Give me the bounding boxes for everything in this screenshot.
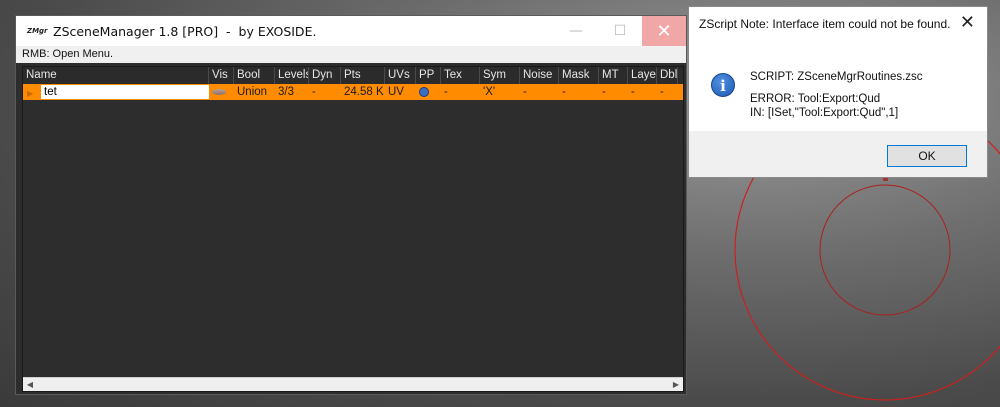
col-header-dyn[interactable]: Dyn	[309, 67, 341, 84]
name-input[interactable]: tet	[41, 85, 209, 99]
col-header-layer[interactable]: Layer	[628, 67, 657, 84]
col-header-tex[interactable]: Tex	[441, 67, 480, 84]
app-logo: ZMgr	[27, 27, 48, 35]
col-header-dbl[interactable]: Dbl	[657, 67, 678, 84]
cell-pts[interactable]: 24.58 K	[341, 84, 385, 100]
grid-header: Name Vis Bool Levels Dyn Pts UVs PP Tex …	[23, 67, 683, 84]
maximize-button[interactable]: ☐	[598, 16, 642, 46]
col-header-bool[interactable]: Bool	[234, 67, 275, 84]
cell-mask[interactable]: -	[559, 84, 599, 100]
col-header-noise[interactable]: Noise	[520, 67, 559, 84]
col-header-uvs[interactable]: UVs	[385, 67, 416, 84]
cell-layer[interactable]: -	[628, 84, 657, 100]
cell-dyn[interactable]: -	[309, 84, 341, 100]
cell-pp[interactable]	[416, 84, 441, 100]
cell-levels[interactable]: 3/3	[275, 84, 309, 100]
scroll-right-button[interactable]: ▶	[669, 378, 683, 391]
col-header-sym[interactable]: Sym	[480, 67, 520, 84]
ok-button[interactable]: OK	[887, 145, 967, 167]
col-header-mt[interactable]: MT	[599, 67, 628, 84]
cell-uvs[interactable]: UV	[385, 84, 416, 100]
info-icon: i	[711, 73, 735, 97]
cell-mt[interactable]: -	[599, 84, 628, 100]
eye-icon[interactable]	[212, 89, 226, 95]
dialog-title: ZScript Note: Interface item could not b…	[699, 17, 951, 31]
scene-grid: Name Vis Bool Levels Dyn Pts UVs PP Tex …	[22, 66, 684, 392]
dialog-error-line: ERROR: Tool:Export:Qud	[750, 93, 881, 105]
dialog-in-line: IN: [ISet,"Tool:Export:Qud",1]	[750, 107, 899, 119]
col-header-name[interactable]: Name	[23, 67, 209, 84]
polypaint-icon[interactable]	[419, 87, 429, 97]
dialog-body: i SCRIPT: ZSceneMgrRoutines.zsc ERROR: T…	[689, 37, 987, 131]
col-header-pp[interactable]: PP	[416, 67, 441, 84]
cell-sym[interactable]: 'X'	[480, 84, 520, 100]
row-expand-icon[interactable]: ▶	[27, 86, 33, 100]
col-header-mask[interactable]: Mask	[559, 67, 599, 84]
dialog-close-button[interactable]: ✕	[960, 12, 975, 33]
window-title: ZSceneManager 1.8 [PRO] - by EXOSIDE.	[53, 23, 317, 39]
col-header-levels[interactable]: Levels	[275, 67, 309, 84]
zscene-manager-window: ZMgr ZSceneManager 1.8 [PRO] - by EXOSID…	[15, 15, 687, 395]
cell-tex[interactable]: -	[441, 84, 480, 100]
zscript-note-dialog: ZScript Note: Interface item could not b…	[688, 6, 988, 178]
minimize-button[interactable]: —	[554, 16, 598, 46]
cell-vis[interactable]	[209, 84, 234, 100]
cell-name[interactable]: ▶ tet	[23, 84, 209, 100]
cell-bool[interactable]: Union	[234, 84, 275, 100]
dialog-script-line: SCRIPT: ZSceneMgrRoutines.zsc	[750, 71, 923, 83]
col-header-vis[interactable]: Vis	[209, 67, 234, 84]
horizontal-scrollbar[interactable]: ◀ ▶	[23, 377, 683, 391]
menu-hint[interactable]: RMB: Open Menu.	[16, 46, 686, 63]
col-header-pts[interactable]: Pts	[341, 67, 385, 84]
cell-noise[interactable]: -	[520, 84, 559, 100]
cell-dbl[interactable]: -	[657, 84, 678, 100]
table-row[interactable]: ▶ tet Union 3/3 - 24.58 K UV - 'X' - - -…	[23, 84, 683, 100]
dialog-titlebar[interactable]: ZScript Note: Interface item could not b…	[689, 7, 987, 37]
brush-inner-circle	[819, 184, 951, 316]
close-button[interactable]: ✕	[642, 16, 686, 46]
zscene-titlebar[interactable]: ZMgr ZSceneManager 1.8 [PRO] - by EXOSID…	[16, 16, 686, 46]
scroll-left-button[interactable]: ◀	[23, 378, 37, 391]
